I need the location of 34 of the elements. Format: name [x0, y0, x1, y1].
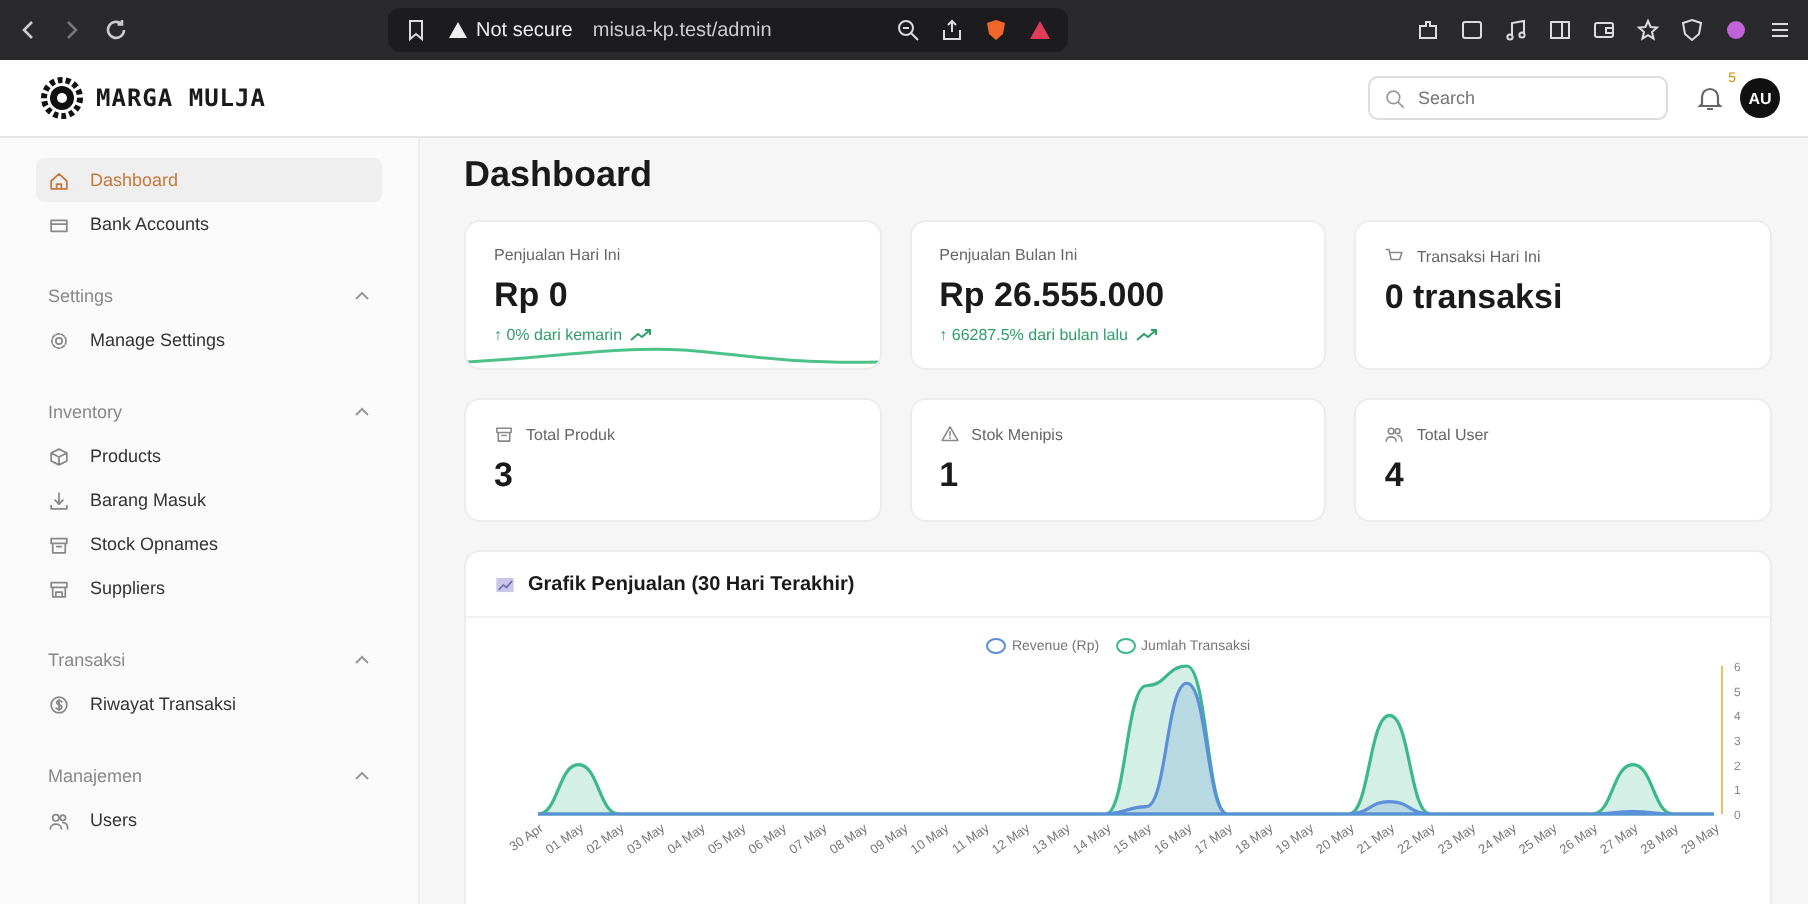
section-title: Settings	[48, 286, 114, 306]
stat-value: 4	[1384, 456, 1406, 496]
sidebar-item[interactable]: Bank Accounts	[36, 202, 382, 246]
sidebar-item[interactable]: Products	[36, 434, 382, 478]
stat-value: 3	[494, 456, 515, 496]
section-title: Manajemen	[48, 766, 143, 786]
stat-change: ↑ 0% dari kemarin	[494, 326, 623, 344]
stat-label: Total User	[1416, 425, 1489, 443]
chart-title: Grafik Penjualan (30 Hari Terakhir)	[528, 573, 855, 595]
sidebar-item[interactable]: Suppliers	[36, 566, 382, 610]
page-title: Dashboard	[464, 154, 655, 196]
stat-label: Total Produk	[526, 425, 615, 443]
brand-name: MARGA MULJA	[96, 84, 268, 112]
stat-value: 0 transaksi	[1384, 278, 1565, 318]
security-warning[interactable]: Not secure	[448, 19, 573, 41]
stat-value: Rp 0	[494, 276, 570, 316]
stat-label: Penjualan Bulan Ini	[939, 246, 1078, 264]
stat-label: Stok Menipis	[971, 425, 1063, 443]
sidebar-item[interactable]: Riwayat Transaksi	[36, 682, 382, 726]
sidebar-item[interactable]: Manage Settings	[36, 318, 382, 362]
stat-label: Penjualan Hari Ini	[494, 246, 621, 264]
sidebar-item[interactable]: Stock Opnames	[36, 522, 382, 566]
stat-value: Rp 26.555.000	[939, 276, 1167, 316]
search-field[interactable]: Search	[1368, 76, 1668, 120]
stat-label: Transaksi Hari Ini	[1416, 247, 1541, 265]
address-bar[interactable]: Not secure misua-kp.test/admin	[388, 8, 1068, 52]
user-avatar[interactable]: AU	[1740, 78, 1780, 118]
stat-value: 1	[939, 456, 961, 496]
section-title: Inventory	[48, 402, 123, 422]
sidebar-item[interactable]: Users	[36, 798, 382, 842]
url-text: misua-kp.test/admin	[592, 19, 774, 41]
sidebar-item[interactable]: Barang Masuk	[36, 478, 382, 522]
stat-change: ↑ 66287.5% dari bulan lalu	[939, 326, 1128, 344]
section-title: Transaksi	[48, 650, 126, 670]
